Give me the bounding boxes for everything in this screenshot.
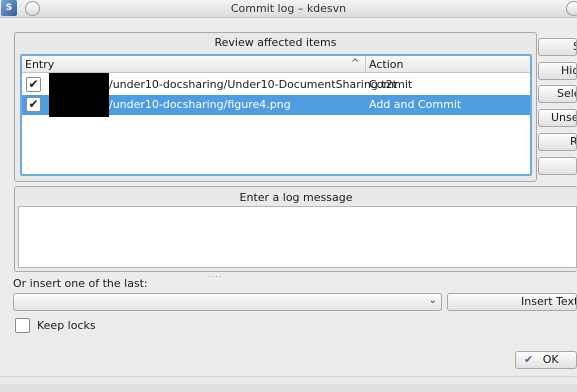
insert-textfile-button[interactable]: Insert Textfi bbox=[447, 293, 577, 311]
splitter-handle[interactable]: .... bbox=[208, 270, 222, 279]
column-separator bbox=[365, 56, 366, 72]
select-button[interactable]: S bbox=[538, 38, 577, 56]
list-header: Entry ^ Action bbox=[22, 56, 530, 73]
table-row[interactable]: ✔ /under10-docsharing/figure4.png Add an… bbox=[22, 93, 530, 117]
table-row[interactable]: ✔ /under10-docsharing/Under10-DocumentSh… bbox=[22, 73, 530, 97]
keep-locks-label[interactable]: Keep locks bbox=[37, 319, 96, 332]
chevron-down-icon: ⌄ bbox=[428, 295, 437, 306]
diff-button[interactable] bbox=[538, 157, 577, 175]
log-message-input[interactable] bbox=[18, 206, 577, 268]
log-message-title: Enter a log message bbox=[239, 191, 353, 204]
entry-action: Add and Commit bbox=[369, 98, 462, 111]
column-action[interactable]: Action bbox=[369, 58, 403, 71]
unselect-all-button[interactable]: Unsel bbox=[538, 109, 577, 127]
row-checkbox[interactable]: ✔ bbox=[26, 97, 41, 112]
divider bbox=[0, 376, 577, 377]
keep-locks-checkbox[interactable] bbox=[15, 318, 30, 333]
entry-action: Commit bbox=[369, 78, 413, 91]
revert-button[interactable]: R bbox=[538, 133, 577, 151]
column-entry[interactable]: Entry bbox=[25, 58, 54, 71]
history-combobox[interactable]: ⌄ bbox=[13, 293, 442, 311]
title-bar: S Commit log – kdesvn bbox=[0, 0, 577, 18]
window-bottom-edge bbox=[0, 384, 577, 392]
history-label: Or insert one of the last: bbox=[13, 277, 148, 290]
entry-path: /under10-docsharing/Under10-DocumentShar… bbox=[109, 78, 397, 91]
ok-button[interactable]: ✔ OK bbox=[515, 351, 577, 369]
select-all-button[interactable]: Sele bbox=[538, 85, 577, 103]
window-close-button[interactable] bbox=[566, 1, 577, 16]
window-title: Commit log – kdesvn bbox=[230, 2, 347, 15]
affected-items-title: Review affected items bbox=[214, 36, 337, 49]
redacted-block bbox=[49, 93, 109, 117]
row-checkbox[interactable]: ✔ bbox=[26, 77, 41, 92]
entry-path: /under10-docsharing/figure4.png bbox=[109, 98, 291, 111]
hide-button[interactable]: Hid bbox=[538, 62, 577, 80]
affected-items-list[interactable]: Entry ^ Action ✔ /under10-docsharing/Und… bbox=[20, 54, 532, 176]
sort-ascending-icon[interactable]: ^ bbox=[351, 58, 359, 69]
ok-label: OK bbox=[542, 353, 559, 366]
ok-check-icon: ✔ bbox=[524, 353, 534, 366]
